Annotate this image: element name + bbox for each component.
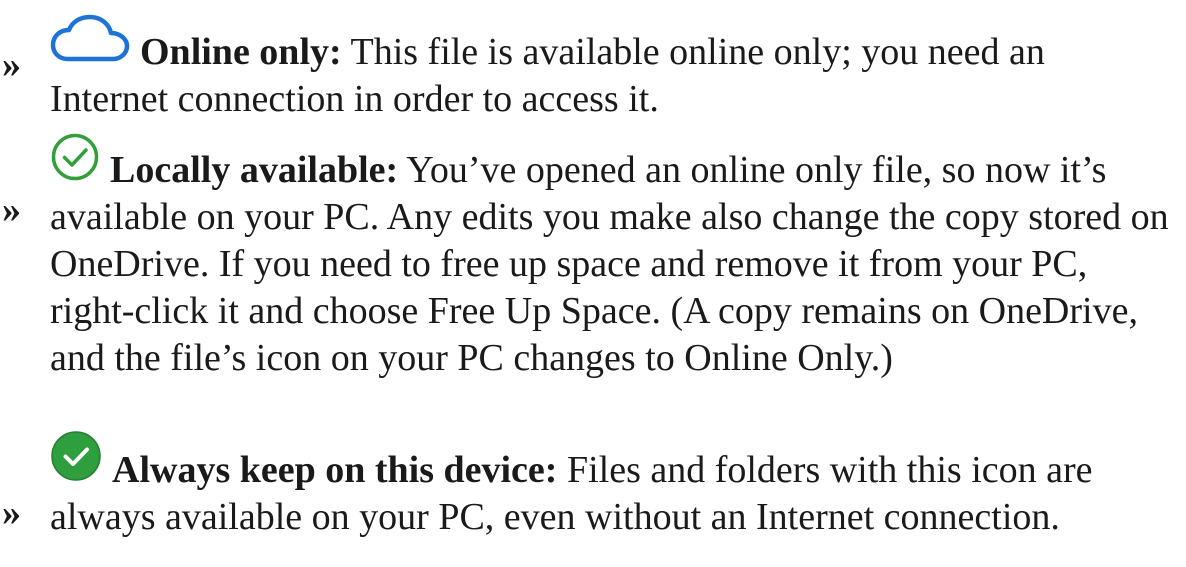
list-item-locally-available: » Locally available: You’ve opened an on…: [2, 132, 1170, 382]
bullet-marker: »: [2, 44, 21, 86]
bullet-marker: »: [2, 492, 21, 534]
term-label: Always keep on this device:: [112, 449, 558, 491]
cloud-outline-icon: [50, 14, 130, 64]
list-item-always-keep: » Always keep on this device: Files and …: [2, 430, 1170, 541]
bullet-marker: »: [2, 189, 21, 231]
list-item-online-only: » Online only: This file is available on…: [2, 14, 1170, 123]
term-label: Locally available:: [110, 149, 399, 191]
term-label: Online only:: [140, 31, 342, 73]
check-circle-outline-icon: [50, 132, 100, 182]
check-circle-filled-icon: [50, 430, 102, 482]
